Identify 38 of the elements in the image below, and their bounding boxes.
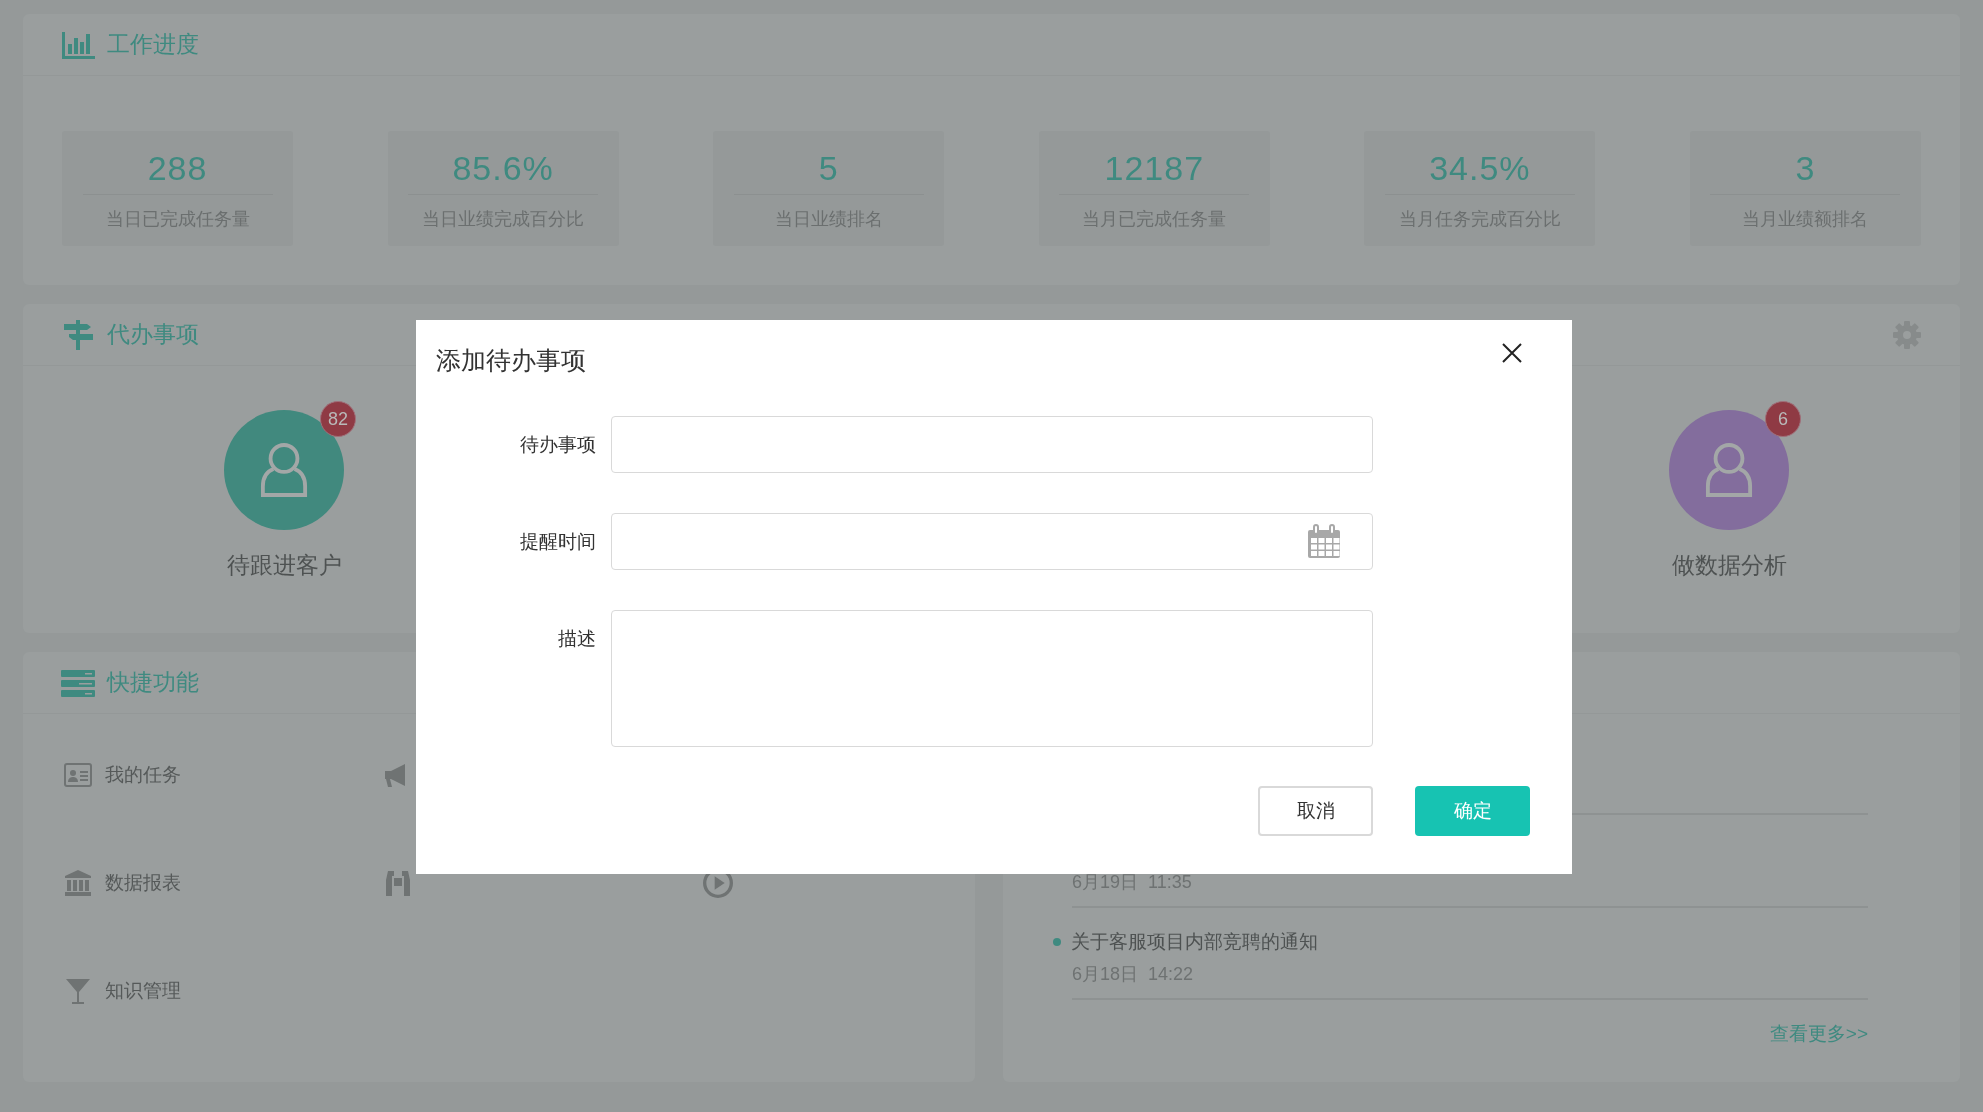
text-field[interactable] [611, 416, 1373, 473]
field-label: 待办事项 [519, 433, 596, 457]
calendar-icon[interactable] [1306, 523, 1342, 560]
section-title: 工作进度 [107, 30, 199, 59]
section-title: 代办事项 [107, 320, 199, 349]
confirm-button[interactable]: 确定 [1415, 786, 1530, 836]
user-icon [1705, 442, 1753, 498]
cancel-button[interactable]: 取消 [1258, 786, 1373, 836]
count-badge: 82 [320, 401, 356, 437]
shortcut-link[interactable]: 知识管理 [105, 978, 181, 1004]
user-icon [260, 442, 308, 498]
id-card-icon [63, 760, 93, 790]
more-link[interactable]: 查看更多>> [1053, 1021, 1868, 1047]
funnel-icon [63, 976, 93, 1006]
bank-icon [63, 868, 93, 898]
list-icon [61, 667, 95, 698]
field-label: 描述 [557, 627, 596, 651]
field-label: 提醒时间 [519, 530, 596, 554]
stat-value: 288 [82, 149, 273, 195]
stat-value: 5 [733, 149, 924, 195]
todo-label[interactable]: 待跟进客户 [226, 550, 342, 581]
notice-title[interactable]: 关于客服项目内部竞聘的通知 [1071, 929, 1318, 955]
date-field[interactable] [611, 513, 1373, 570]
description-field[interactable] [611, 610, 1373, 747]
shortcut-link[interactable]: 我的任务 [105, 762, 181, 788]
count-badge: 6 [1765, 401, 1801, 437]
stat-value: 3 [1710, 149, 1901, 195]
dialog-title: 添加待办事项 [436, 345, 586, 376]
shortcut-link[interactable]: 数据报表 [105, 870, 181, 896]
stat-value: 85.6% [408, 149, 599, 195]
stat-value: 12187 [1059, 149, 1250, 195]
bullet-icon [1053, 938, 1061, 946]
binoculars-icon [383, 868, 413, 898]
signpost-icon [61, 319, 95, 350]
section-title: 快捷功能 [107, 668, 199, 697]
todo-label[interactable]: 做数据分析 [1671, 550, 1787, 581]
stat-value: 34.5% [1384, 149, 1575, 195]
bar-chart-icon [61, 29, 95, 60]
